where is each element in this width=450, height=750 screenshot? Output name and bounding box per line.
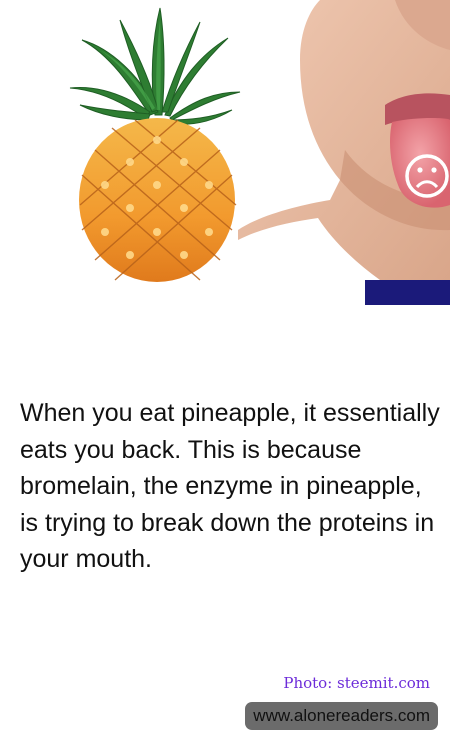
site-watermark: www.alonereaders.com (245, 702, 438, 730)
pineapple (69, 7, 241, 282)
page: When you eat pineapple, it essentially e… (0, 0, 450, 750)
photo-credit: Photo: steemit.com (283, 674, 430, 692)
hero-image (0, 0, 450, 305)
pineapple-tongue-illustration (69, 0, 450, 305)
accent-bar-bottom (365, 280, 450, 305)
article-text: When you eat pineapple, it essentially e… (20, 399, 440, 573)
